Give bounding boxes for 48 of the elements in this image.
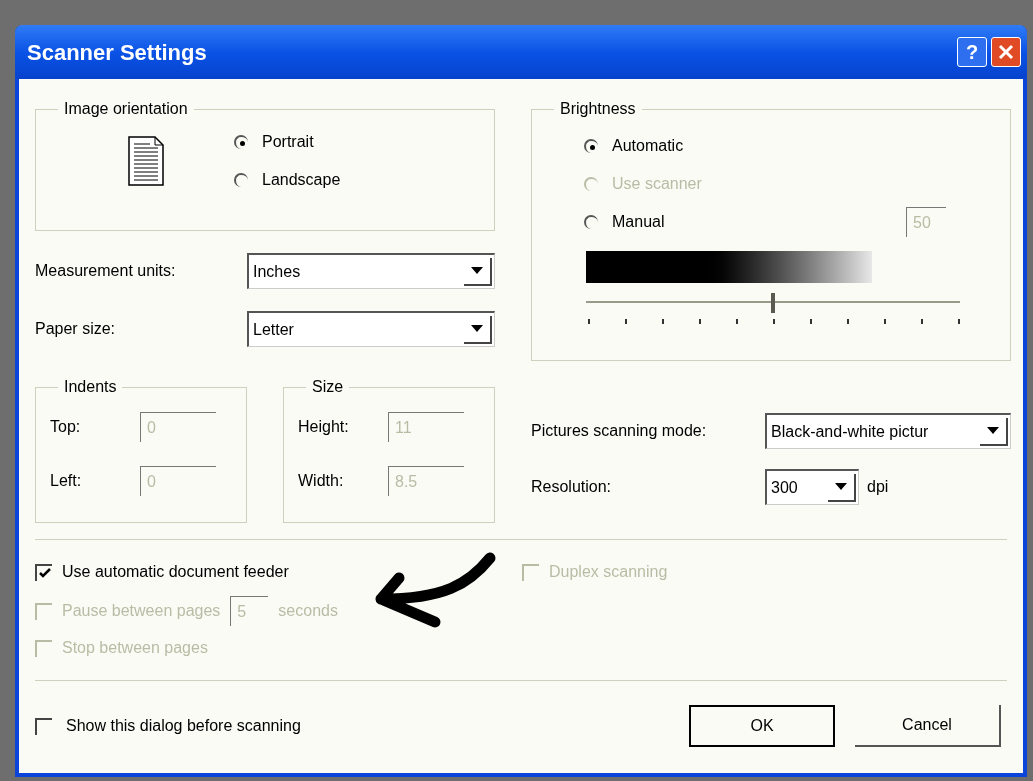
help-button[interactable]: ? bbox=[957, 37, 987, 67]
dropdown[interactable]: Inches bbox=[247, 253, 495, 289]
checkbox-label: Show this dialog before scanning bbox=[66, 716, 301, 736]
checkbox-label: Use automatic document feeder bbox=[62, 562, 290, 582]
document-icon bbox=[128, 136, 164, 186]
field-label: Resolution: bbox=[531, 477, 613, 497]
field-label: Left: bbox=[50, 471, 83, 491]
checkbox-label: Pause between pages bbox=[62, 601, 221, 621]
checkbox-label: Stop between pages bbox=[62, 638, 208, 658]
unit-label: seconds bbox=[278, 601, 338, 621]
radio-label: Manual bbox=[612, 212, 665, 232]
group-label: Indents bbox=[63, 377, 118, 397]
radio-button[interactable] bbox=[234, 135, 248, 149]
checkbox[interactable] bbox=[35, 563, 52, 581]
radio-label: Landscape bbox=[262, 170, 341, 190]
slider-thumb[interactable] bbox=[771, 293, 775, 313]
radio-label: Portrait bbox=[262, 132, 314, 152]
brightness-slider[interactable] bbox=[586, 293, 960, 327]
dropdown[interactable]: Letter bbox=[247, 311, 495, 347]
ok-button[interactable]: OK bbox=[689, 705, 835, 747]
window-title: Scanner Settings bbox=[27, 38, 207, 67]
dropdown[interactable]: Black-and-white pictur bbox=[765, 413, 1011, 449]
radio-button[interactable] bbox=[584, 215, 598, 229]
field-label: Measurement units: bbox=[35, 261, 177, 281]
radio-label: Use scanner bbox=[612, 174, 702, 194]
radio-label: Automatic bbox=[612, 136, 684, 156]
dropdown-arrow-icon[interactable] bbox=[980, 417, 1008, 446]
cancel-button[interactable]: Cancel bbox=[855, 705, 1001, 747]
dropdown-arrow-icon[interactable] bbox=[464, 257, 492, 286]
field-label: Width: bbox=[298, 471, 345, 491]
dropdown[interactable]: 300 bbox=[765, 469, 859, 505]
checkbox[interactable] bbox=[35, 717, 52, 735]
group-label: Brightness bbox=[559, 99, 637, 119]
radio-button[interactable] bbox=[234, 173, 248, 187]
group-label: Size bbox=[311, 377, 345, 397]
field-label: Pictures scanning mode: bbox=[531, 421, 708, 441]
dropdown-arrow-icon[interactable] bbox=[464, 315, 492, 344]
dropdown-arrow-icon[interactable] bbox=[828, 473, 856, 502]
field-label: Paper size: bbox=[35, 319, 117, 339]
unit-label: dpi bbox=[867, 477, 889, 497]
field-label: Top: bbox=[50, 417, 82, 437]
group-label: Image orientation bbox=[63, 99, 189, 119]
close-icon bbox=[998, 44, 1014, 60]
checkbox-label: Duplex scanning bbox=[549, 562, 668, 582]
field-label: Height: bbox=[298, 417, 350, 437]
check-icon bbox=[38, 567, 51, 579]
radio-button[interactable] bbox=[584, 139, 598, 153]
close-button[interactable] bbox=[991, 37, 1021, 67]
